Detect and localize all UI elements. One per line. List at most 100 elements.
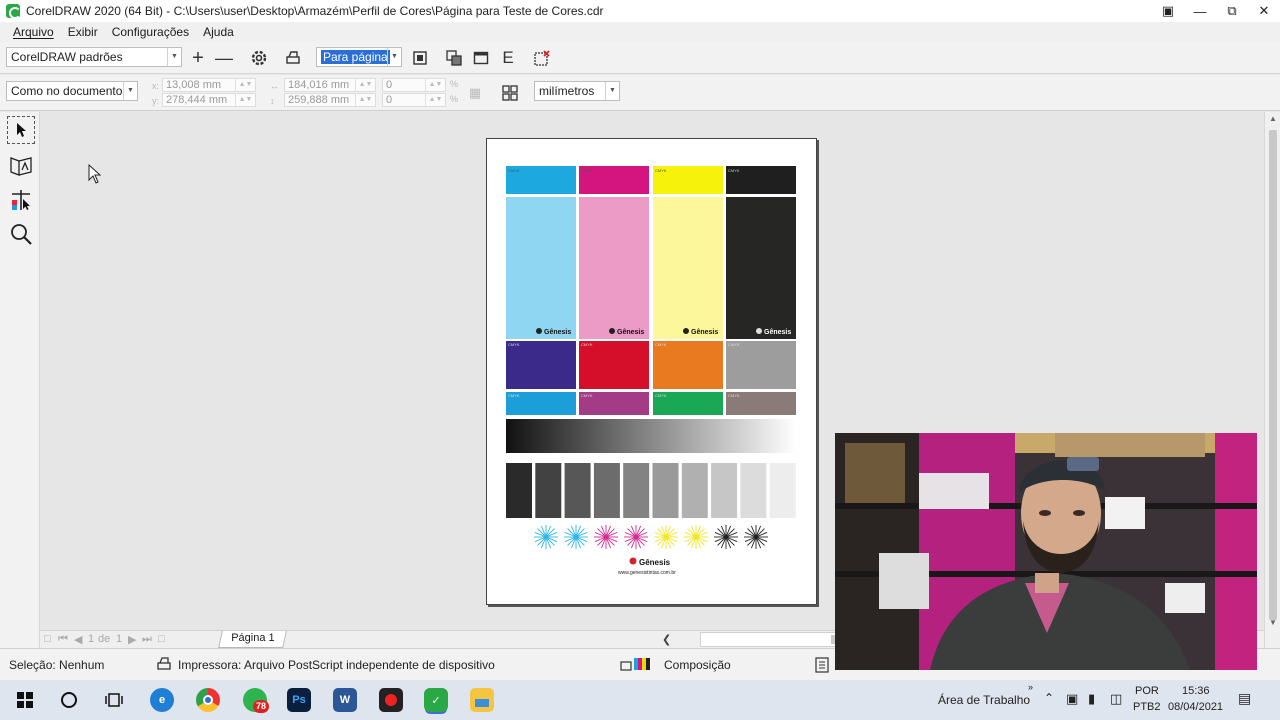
window-title: CorelDRAW 2020 (64 Bit) - C:\Users\user\… [26,4,604,18]
add-page-after-icon[interactable]: □ [158,633,165,645]
gray-step-swatch [769,463,796,518]
file-explorer-icon[interactable] [470,688,494,712]
zoom-select[interactable]: Para página ▼ [316,47,402,67]
tile-icon[interactable] [500,83,520,103]
word-icon[interactable]: W [333,688,357,712]
scroll-down-icon[interactable]: ▼ [1269,618,1277,627]
document-position-select[interactable]: Como no documento ▼ [6,81,138,101]
brand-logo-icon [683,328,689,334]
task-view-icon[interactable] [102,688,126,712]
close-icon[interactable]: ✕ [1248,0,1280,22]
remove-preset-icon[interactable]: — [214,48,234,68]
keyboard-layout[interactable]: PTB2 [1133,701,1161,713]
color-swatch [726,341,796,389]
print-icon[interactable] [283,48,303,68]
recorder-icon[interactable] [379,688,403,712]
scroll-up-icon[interactable]: ▲ [1269,114,1277,123]
minimize-icon[interactable]: — [1184,0,1216,22]
menu-ajuda[interactable]: Ajuda [203,25,234,39]
photoshop-icon[interactable]: Ps [287,688,311,712]
color-test-chart: CMYK Gênesis CMYK Gênesis CMYK Gênesis CMYK Gên… [506,166,796,576]
preview-icon[interactable] [7,152,35,180]
selection-status: Seleção: Nenhum [9,658,105,672]
brand-logo-icon [609,328,615,334]
menu-arquivo[interactable]: Arquivo [13,25,54,39]
brand-logo-icon [756,328,762,334]
cmyk-label: CMYK [655,168,667,173]
chevron-down-icon: ▼ [605,82,619,100]
cmyk-label: CMYK [728,168,740,173]
webcam-video-image [835,433,1257,670]
gear-icon[interactable] [249,48,269,68]
menu-configuracoes[interactable]: Configurações [112,25,189,39]
preset-select[interactable]: CorelDRAW padrões ▼ [6,47,182,67]
edge-icon[interactable]: e [150,688,174,712]
preset-value: CorelDRAW padrões [11,50,123,64]
strip-marker [667,194,691,197]
clock-time[interactable]: 15:36 [1182,685,1210,697]
restore-icon[interactable]: ⧉ [1216,0,1248,22]
add-page-before-icon[interactable]: □ [44,633,51,645]
width-label-icon: ↔ [270,81,279,91]
print-preview-toolbar: CorelDRAW padrões ▼ + — Para página ▼ E [0,42,1280,74]
scale-x-field[interactable]: 0 ▲▼ [382,78,446,92]
gray-step-swatch [652,463,679,518]
search-circle-icon[interactable] [57,688,81,712]
full-screen-icon[interactable] [410,48,430,68]
clock-date[interactable]: 08/04/2021 [1168,701,1223,713]
brand-footer-label: Gênesis [639,558,671,567]
menu-exibir[interactable]: Exibir [68,25,98,39]
previous-page-icon[interactable]: ◀ [74,633,82,646]
desktop-toolbar-label[interactable]: Área de Trabalho [938,693,1030,707]
total-pages: 1 [116,633,123,645]
toolbar-expand-icon[interactable]: » [1028,682,1033,692]
chrome-icon[interactable] [196,688,220,712]
tint-color-strip [579,197,649,339]
language-code[interactable]: POR [1135,685,1159,697]
layout-tool-icon[interactable] [7,186,35,214]
notifications-icon[interactable]: ▤ [1238,690,1251,707]
close-preview-icon[interactable] [532,48,552,68]
gray-step-swatch [740,463,767,518]
pick-tool-icon[interactable] [7,116,35,144]
add-preset-icon[interactable]: + [188,47,208,69]
chevron-down-icon: ▼ [387,48,401,66]
user-icon[interactable]: ▣ [1152,0,1184,22]
lock-ratio-icon[interactable]: ▦ [465,83,485,103]
vertical-scroll-thumb[interactable] [1269,130,1277,620]
battery-icon[interactable]: ◫ [1110,691,1122,707]
first-page-icon[interactable]: ⏮ [58,633,68,646]
coreldraw-icon[interactable]: ✓ [424,688,448,712]
cmyk-label: CMYK [508,342,520,347]
windows-taskbar: e 78 Ps W ✓ Área de Trabalho » ⌃ ▣ ▮ ◫ P… [0,680,1280,720]
meet-now-icon[interactable]: ▣ [1066,691,1078,707]
x-position-field[interactable]: 13,008 mm ▲▼ [162,78,256,92]
vertical-scrollbar[interactable]: ▲ ▼ [1264,112,1280,648]
gray-step-swatch [681,463,708,518]
scale-y-field[interactable]: 0 ▲▼ [382,93,446,107]
windows-start-icon[interactable] [13,688,37,712]
tab-page-1[interactable]: Página 1 [218,631,288,648]
show-hidden-icons-icon[interactable]: ⌃ [1044,691,1054,705]
window-controls: ▣ — ⧉ ✕ [1152,0,1280,22]
microphone-icon[interactable]: ▮ [1088,691,1095,707]
height-field[interactable]: 259,888 mm ▲▼ [284,93,376,107]
mirror-icon[interactable]: E [498,48,518,68]
y-position-field[interactable]: 278,444 mm ▲▼ [162,93,256,107]
cmyk-label: CMYK [508,168,520,173]
color-swatch [653,341,723,389]
last-page-icon[interactable]: ⏭ [142,633,152,646]
zoom-tool-icon[interactable] [7,220,35,248]
color-swatch [579,341,649,389]
document-info-icon[interactable] [815,657,829,676]
units-select[interactable]: milímetros ▼ [534,81,620,101]
color-separations-icon[interactable] [444,48,464,68]
mouse-cursor-icon [88,164,102,184]
whatsapp-icon[interactable]: 78 [243,688,270,713]
next-page-icon[interactable]: ▶ [128,633,136,646]
width-field[interactable]: 184,016 mm ▲▼ [284,78,376,92]
page-preview[interactable]: CMYK Gênesis CMYK Gênesis CMYK Gênesis CMYK Gên… [486,138,817,605]
brand-label: Gênesis [617,329,644,336]
scroll-left-icon[interactable]: ❮ [662,633,671,646]
invert-icon[interactable] [471,48,491,68]
